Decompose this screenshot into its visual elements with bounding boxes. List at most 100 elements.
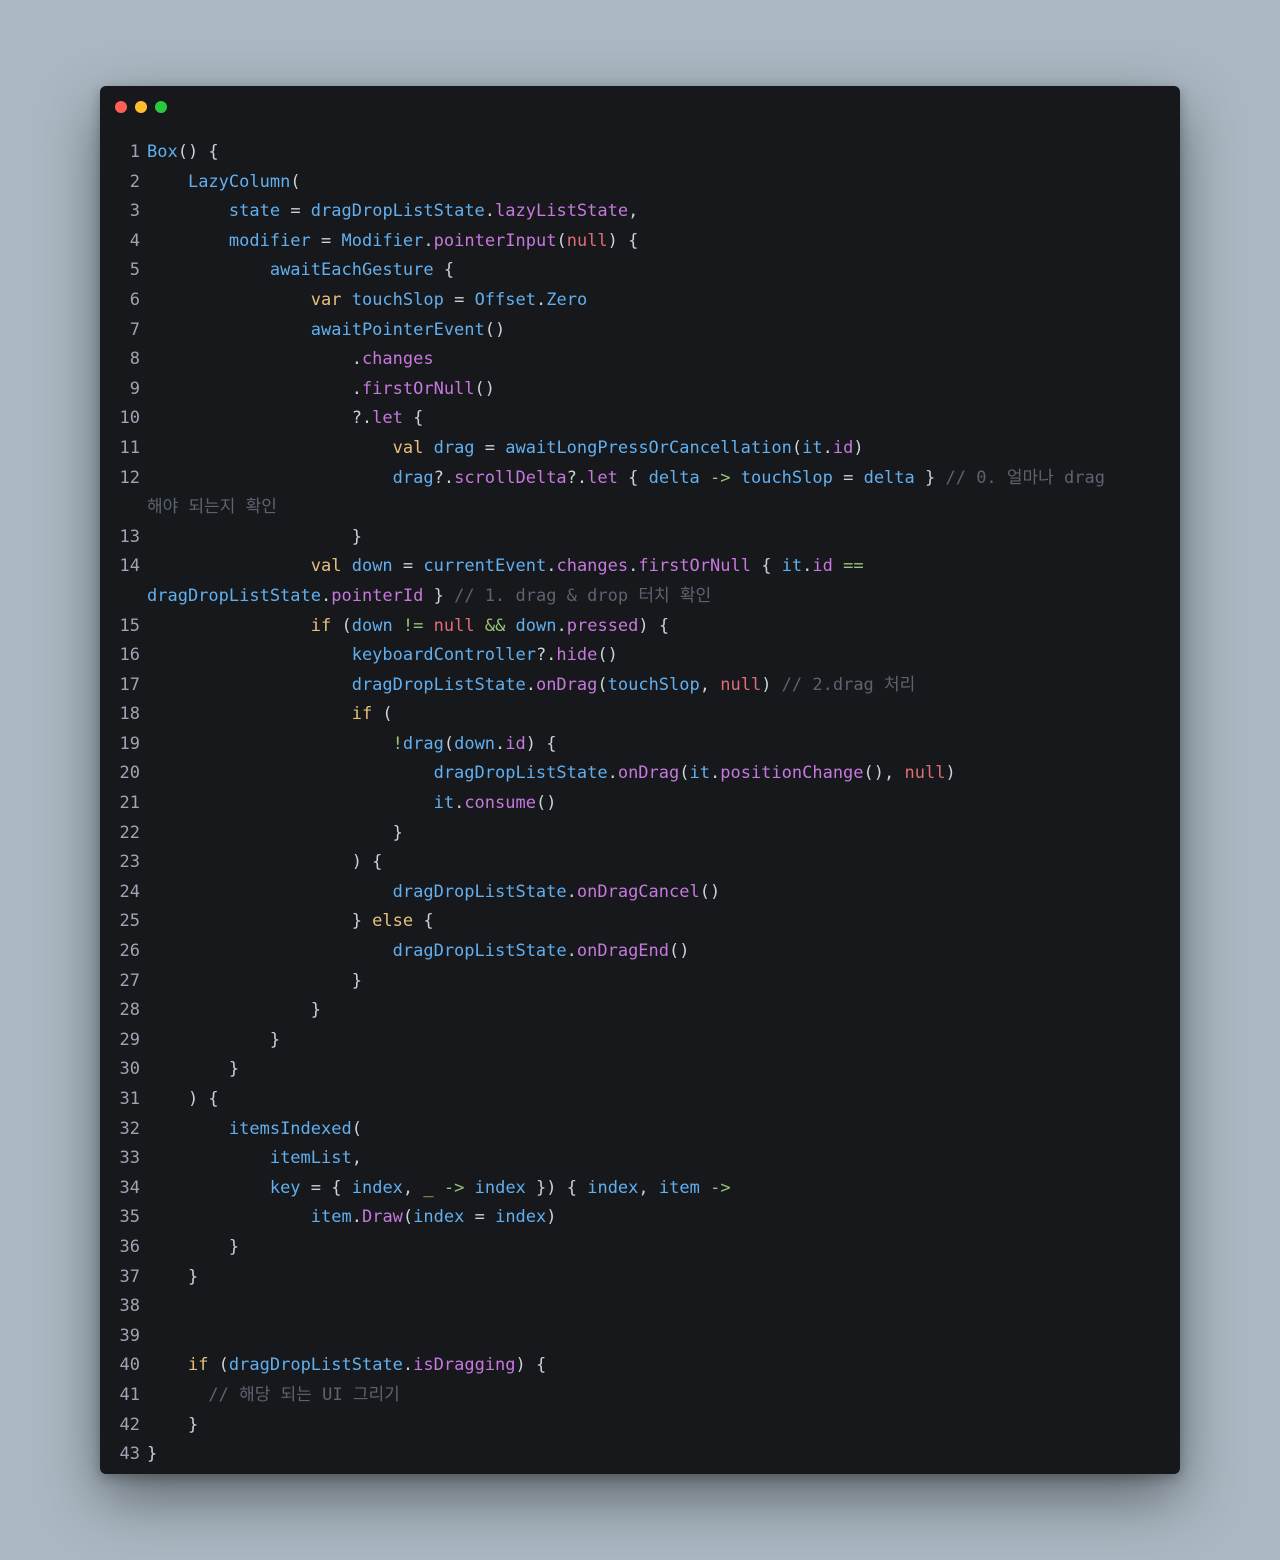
line-number: 6 [129,289,140,310]
code-token: { [402,408,424,429]
code-token: . [566,881,577,902]
code-token: ) [761,674,782,695]
code-token: null [566,230,608,251]
code-token: awaitEachGesture [269,260,434,281]
code-token: item [658,1177,700,1198]
line-content: // 해당 되는 UI 그리기 [147,1381,400,1411]
line-number: 20 [119,763,140,784]
code-line: 42 } [100,1411,1180,1441]
code-token: { [433,260,455,281]
code-token: -> [433,1177,475,1198]
code-window: 1 Box() {2 LazyColumn(3 state = dragDropL… [100,86,1180,1474]
line-number: 40 [119,1355,140,1376]
line-number: 9 [129,378,140,399]
code-line: 6 var touchSlop = Offset.Zero [100,286,1180,316]
line-content: dragDropListState.onDragEnd() [147,937,690,967]
code-token: . [607,763,618,784]
code-line: 24 dragDropListState.onDragCancel() [100,878,1180,908]
code-token: // 2.drag 처리 [781,674,916,695]
line-number: 14 [119,556,140,577]
line-number: 31 [119,1089,140,1109]
code-token: . [147,349,362,370]
code-token: val [310,556,352,577]
line-content: } [147,1055,239,1085]
code-token: Zero [546,289,588,310]
code-token: Draw [361,1207,403,1228]
code-token: ( [372,704,393,725]
code-token: = [310,230,342,251]
code-line: 30 } [100,1055,1180,1085]
line-number: 34 [119,1177,140,1198]
line-content: } [147,996,321,1026]
line-number: 26 [119,941,140,962]
code-token: . [525,674,536,695]
code-token: isDragging [413,1355,516,1376]
line-content: val drag = awaitLongPressOrCancellation(… [147,434,864,464]
code-token: } [147,1059,240,1080]
code-line: 41 // 해당 되는 UI 그리기 [100,1381,1180,1411]
code-token: } [147,1266,199,1287]
code-line: 23 ) { [100,848,1180,878]
code-token: ) { [515,1355,547,1376]
code-token: else [372,911,414,932]
line-number: 33 [119,1148,140,1169]
minimize-button[interactable] [135,101,147,113]
code-token: Modifier [341,230,424,251]
code-token: it [433,793,455,814]
code-token: } [914,467,946,488]
code-token: id [505,733,526,754]
line-content: } [147,1440,157,1470]
code-token: ( [402,1207,414,1228]
code-editor[interactable]: 1 Box() {2 LazyColumn(3 state = dragDropL… [100,138,1180,1470]
code-token: -> [699,467,741,488]
close-button[interactable] [115,101,127,113]
line-content: key = { index, _ -> index }) { index, it… [147,1174,731,1204]
code-token: currentEvent [423,556,547,577]
line-content: ) { [147,848,383,878]
code-token: . [147,378,362,399]
code-token: var [310,289,352,310]
code-token: it [802,437,823,458]
code-token: onDragEnd [576,941,670,962]
line-number: 2 [129,171,140,192]
code-line: 18 if ( [100,700,1180,730]
code-token: = [443,289,475,310]
code-token: down [351,556,393,577]
code-line: 10 ?.let { [100,404,1180,434]
code-token: . [321,585,332,606]
code-token: ) { [638,615,670,636]
code-token: // 해당 되는 UI 그리기 [208,1384,400,1405]
code-token: delta [863,467,915,488]
zoom-button[interactable] [155,101,167,113]
code-line: 15 if (down != null && down.pressed) { [100,612,1180,642]
line-number: 32 [119,1118,140,1139]
code-token: ?. [535,645,557,666]
code-token: ?. [433,467,455,488]
code-token: () [699,881,721,902]
code-token: () [484,319,506,340]
code-line: 33 itemList, [100,1144,1180,1174]
line-content: } [147,1263,198,1293]
line-number: 17 [119,674,140,695]
code-token: null [720,674,762,695]
code-token: drag [402,733,444,754]
line-content: val down = currentEvent.changes.firstOrN… [147,552,864,582]
code-token: . [351,1207,362,1228]
code-line: dragDropListState.pointerId } // 1. drag… [100,582,1180,612]
line-content: keyboardController?.hide() [147,641,618,671]
code-token: . [546,556,557,577]
line-content: itemsIndexed( [147,1115,362,1145]
code-line: 37 } [100,1263,1180,1293]
code-token: = { [300,1177,352,1198]
line-number: 42 [119,1414,140,1435]
code-token: . [535,289,547,310]
line-content: if (down != null && down.pressed) { [147,612,669,642]
code-token: Box [147,142,178,162]
line-content: if ( [147,700,393,730]
code-token: == [832,556,864,577]
